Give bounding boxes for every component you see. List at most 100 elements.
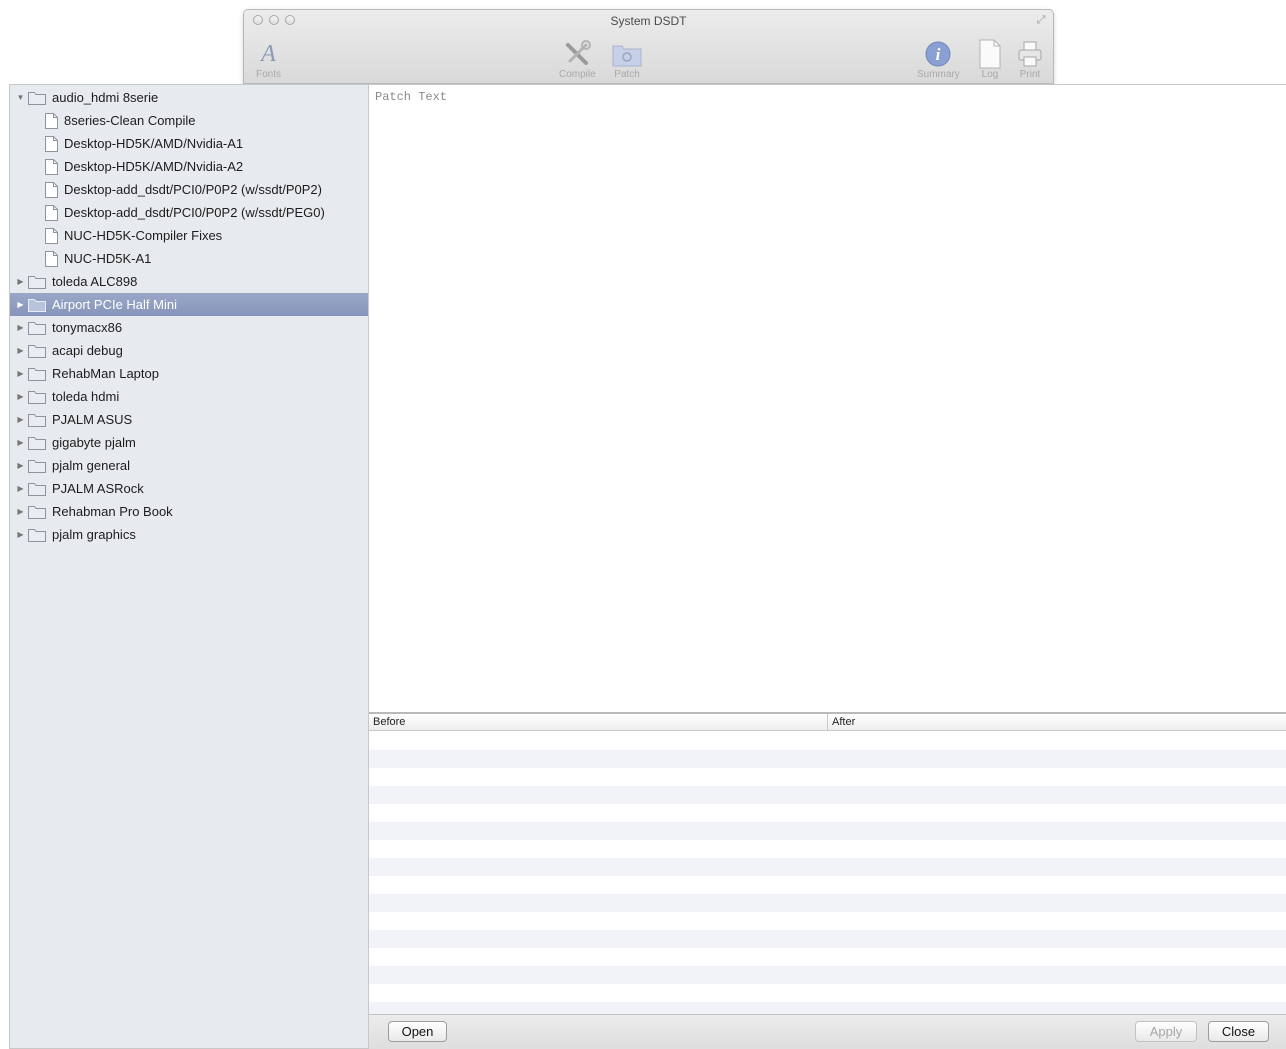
sidebar-item-label: Rehabman Pro Book	[52, 504, 173, 519]
open-button[interactable]: Open	[388, 1021, 447, 1042]
column-header-after[interactable]: After	[828, 714, 1286, 730]
disclosure-collapsed-icon[interactable]: ▶	[16, 438, 25, 447]
sidebar-folder[interactable]: ▶ PJALM ASRock	[10, 477, 368, 500]
folder-icon	[28, 413, 46, 427]
apply-button[interactable]: Apply	[1135, 1021, 1197, 1042]
window-title: System DSDT	[610, 14, 687, 28]
sidebar-item-label: PJALM ASUS	[52, 412, 133, 427]
sidebar-item-label: toleda hdmi	[52, 389, 120, 404]
table-rows	[369, 732, 1286, 1014]
sidebar-folder[interactable]: ▶ toleda ALC898	[10, 270, 368, 293]
folder-icon	[28, 390, 46, 404]
sidebar-item-label: NUC-HD5K-Compiler Fixes	[64, 228, 223, 243]
disclosure-collapsed-icon[interactable]: ▶	[16, 507, 25, 516]
document-icon	[45, 204, 58, 221]
disclosure-collapsed-icon[interactable]: ▶	[16, 369, 25, 378]
bottom-bar: Open Apply Close	[369, 1014, 1286, 1049]
column-header-before[interactable]: Before	[369, 714, 828, 730]
sidebar-item-label: Desktop-add_dsdt/PCI0/P0P2 (w/ssdt/PEG0)	[64, 205, 325, 220]
sidebar-item-label: acapi debug	[52, 343, 123, 358]
sidebar-item-label: pjalm graphics	[52, 527, 136, 542]
print-label: Print	[1019, 69, 1041, 80]
summary-button[interactable]: i Summary	[917, 38, 960, 80]
sidebar-item-label: Desktop-add_dsdt/PCI0/P0P2 (w/ssdt/P0P2)	[64, 182, 322, 197]
close-button[interactable]: Close	[1208, 1021, 1269, 1042]
sidebar-item-label: gigabyte pjalm	[52, 435, 136, 450]
table-header: Before After	[369, 714, 1286, 731]
sidebar-file[interactable]: NUC-HD5K-A1	[10, 247, 368, 270]
disclosure-collapsed-icon[interactable]: ▶	[16, 461, 25, 470]
folder-icon	[28, 321, 46, 335]
sidebar-item-label: PJALM ASRock	[52, 481, 144, 496]
folder-icon	[28, 91, 46, 105]
log-button[interactable]: Log	[979, 38, 1001, 80]
tools-icon	[562, 38, 592, 70]
patch-tree: ▼ audio_hdmi 8serie 8series-Clean Compile D…	[10, 86, 368, 546]
folder-icon	[28, 298, 46, 312]
disclosure-collapsed-icon[interactable]: ▶	[16, 323, 25, 332]
sidebar-file[interactable]: 8series-Clean Compile	[10, 109, 368, 132]
sidebar-file[interactable]: Desktop-HD5K/AMD/Nvidia-A1	[10, 132, 368, 155]
patch-text-placeholder: Patch Text	[375, 90, 448, 104]
sidebar-file[interactable]: Desktop-add_dsdt/PCI0/P0P2 (w/ssdt/PEG0)	[10, 201, 368, 224]
fonts-button[interactable]: A Fonts	[256, 38, 282, 81]
folder-icon	[28, 436, 46, 450]
folder-icon	[28, 482, 46, 496]
document-icon	[45, 135, 58, 152]
document-icon	[979, 38, 1001, 70]
disclosure-collapsed-icon[interactable]: ▶	[16, 392, 25, 401]
sidebar-folder[interactable]: ▶ Airport PCIe Half Mini	[10, 293, 368, 316]
sidebar-item-label: pjalm general	[52, 458, 131, 473]
sidebar-item-label: RehabMan Laptop	[52, 366, 159, 381]
printer-icon	[1017, 38, 1043, 70]
document-icon	[45, 181, 58, 198]
font-a-icon: A	[261, 40, 276, 67]
toolbar-window: System DSDT ⤢ A Fonts Compile Patch i Su…	[243, 9, 1054, 84]
sidebar-item-label: 8series-Clean Compile	[64, 113, 196, 128]
sidebar-item-label: NUC-HD5K-A1	[64, 251, 152, 266]
sidebar-folder[interactable]: ▶ pjalm general	[10, 454, 368, 477]
document-icon	[45, 112, 58, 129]
fullscreen-icon[interactable]: ⤢	[1035, 14, 1047, 26]
disclosure-collapsed-icon[interactable]: ▶	[16, 346, 25, 355]
patch-folder-icon	[612, 38, 642, 70]
sidebar-folder[interactable]: ▶ RehabMan Laptop	[10, 362, 368, 385]
sidebar-file[interactable]: NUC-HD5K-Compiler Fixes	[10, 224, 368, 247]
compile-label: Compile	[559, 69, 596, 80]
compile-button[interactable]: Compile	[559, 38, 596, 80]
document-icon	[45, 158, 58, 175]
disclosure-collapsed-icon[interactable]: ▶	[16, 300, 25, 309]
sidebar-folder[interactable]: ▶ Rehabman Pro Book	[10, 500, 368, 523]
sidebar-file[interactable]: Desktop-HD5K/AMD/Nvidia-A2	[10, 155, 368, 178]
sidebar-folder[interactable]: ▶ acapi debug	[10, 339, 368, 362]
patch-button[interactable]: Patch	[612, 38, 642, 80]
sidebar-folder[interactable]: ▶ pjalm graphics	[10, 523, 368, 546]
sidebar-folder[interactable]: ▶ PJALM ASUS	[10, 408, 368, 431]
disclosure-expanded-icon[interactable]: ▼	[16, 93, 25, 102]
log-label: Log	[981, 69, 999, 80]
svg-text:i: i	[936, 45, 941, 64]
folder-icon	[28, 459, 46, 473]
disclosure-collapsed-icon[interactable]: ▶	[16, 484, 25, 493]
patch-text-area[interactable]: Patch Text	[369, 84, 1286, 712]
before-after-table[interactable]: Before After	[369, 712, 1286, 1014]
sidebar-item-label: Desktop-HD5K/AMD/Nvidia-A1	[64, 136, 244, 151]
disclosure-collapsed-icon[interactable]: ▶	[16, 277, 25, 286]
sidebar-item-label: Airport PCIe Half Mini	[52, 297, 177, 312]
patch-label: Patch	[614, 69, 640, 80]
sidebar-item-label: Desktop-HD5K/AMD/Nvidia-A2	[64, 159, 244, 174]
fonts-label: Fonts	[256, 69, 282, 80]
disclosure-collapsed-icon[interactable]: ▶	[16, 530, 25, 539]
sidebar-folder[interactable]: ▶ toleda hdmi	[10, 385, 368, 408]
sidebar-folder[interactable]: ▶ tonymacx86	[10, 316, 368, 339]
folder-icon	[28, 528, 46, 542]
sidebar-folder[interactable]: ▶ gigabyte pjalm	[10, 431, 368, 454]
summary-label: Summary	[917, 69, 960, 80]
document-icon	[45, 227, 58, 244]
sidebar-folder[interactable]: ▼ audio_hdmi 8serie	[10, 86, 368, 109]
folder-icon	[28, 505, 46, 519]
print-button[interactable]: Print	[1017, 38, 1043, 80]
sidebar-file[interactable]: Desktop-add_dsdt/PCI0/P0P2 (w/ssdt/P0P2)	[10, 178, 368, 201]
disclosure-collapsed-icon[interactable]: ▶	[16, 415, 25, 424]
document-icon	[45, 250, 58, 267]
